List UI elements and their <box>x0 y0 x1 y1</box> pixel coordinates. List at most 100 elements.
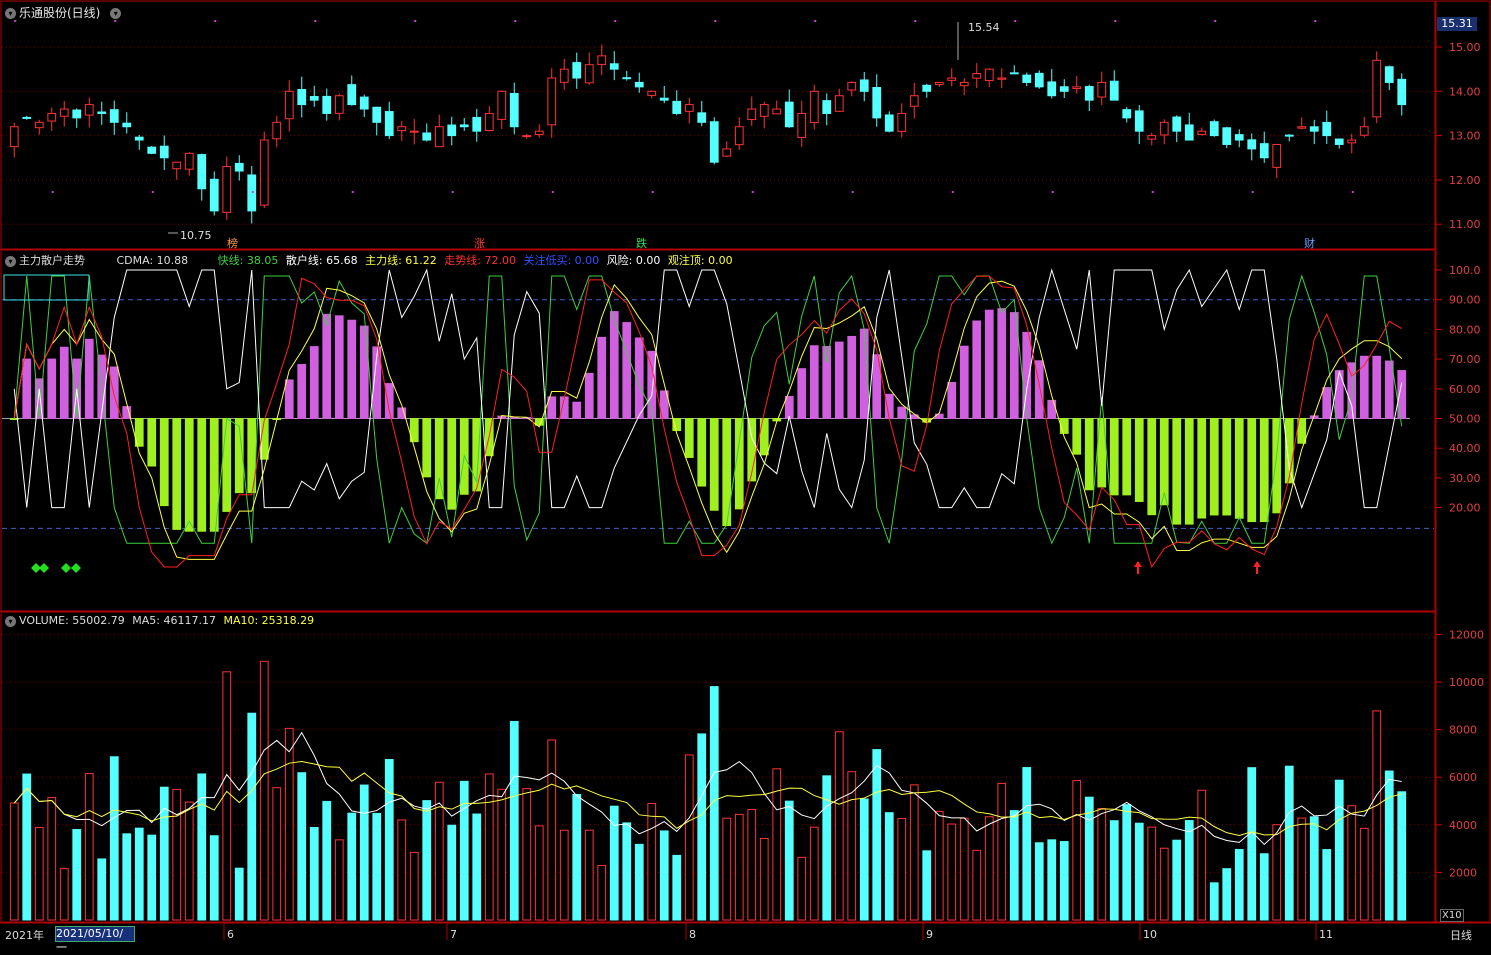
marker-up-icon[interactable]: 涨 <box>474 235 485 251</box>
candle-body <box>1109 80 1119 101</box>
signal-dot <box>1051 191 1054 193</box>
candle-body <box>184 152 194 170</box>
indicator-histogram-bar <box>309 346 319 419</box>
candle-body <box>9 126 19 148</box>
candle-body <box>34 121 44 129</box>
signal-dot <box>1151 191 1154 193</box>
month-label: 6 <box>227 928 234 941</box>
volume-bar <box>472 813 482 921</box>
volume-bar <box>1397 791 1407 921</box>
candle-body <box>972 73 982 79</box>
candle-body <box>847 81 857 91</box>
indicator-tick-label: 40.00 <box>1449 442 1481 455</box>
indicator-histogram-bar <box>1234 418 1244 519</box>
indicator-tick-label: 30.00 <box>1449 472 1481 485</box>
indicator-histogram-bar <box>1072 418 1082 455</box>
candle-body <box>47 112 57 122</box>
scale-label: X10 <box>1440 909 1464 922</box>
candle-body <box>172 161 182 170</box>
dropdown-circle-icon[interactable]: ▾ <box>110 8 122 19</box>
buy-arrow-head <box>1134 561 1142 567</box>
indicator-menu-icon[interactable]: ▾ <box>5 255 16 267</box>
volume-bar <box>372 812 382 921</box>
candle-body <box>522 135 532 138</box>
period-label[interactable]: 日线 <box>1450 927 1472 943</box>
candle-body <box>1147 135 1157 140</box>
volume-bar <box>109 756 119 921</box>
chart-title: ▾ 乐通股份(日线) ▾ <box>5 4 124 21</box>
stock-chart-canvas[interactable]: 15.00 14.00 13.00 12.00 11.00 100.0 90.00 80.00… <box>0 0 1491 944</box>
volume-bar <box>947 823 957 921</box>
candle-body <box>1309 126 1319 132</box>
buy-diamond-icon <box>71 563 81 573</box>
candle-body <box>159 145 169 159</box>
candle-body <box>797 112 807 138</box>
volume-bar <box>722 817 732 921</box>
indicator-histogram-bar <box>1322 387 1332 419</box>
indicator-histogram-bar <box>1172 418 1182 525</box>
candle-body <box>222 166 232 213</box>
candle-body <box>472 116 482 132</box>
volume-menu-icon[interactable]: ▾ <box>5 615 16 627</box>
candle-body <box>259 139 269 206</box>
candle-body <box>1397 78 1407 106</box>
volume-bar <box>522 788 532 921</box>
marker-down-icon[interactable]: 跌 <box>636 235 647 251</box>
volume-bar <box>634 843 644 921</box>
indicator-histogram-bar <box>709 418 719 511</box>
volume-bar <box>1234 848 1244 921</box>
indicator-histogram-bar <box>172 418 182 530</box>
volume-bar <box>1159 847 1169 921</box>
volume-bar <box>922 850 932 921</box>
volume-bar <box>447 824 457 921</box>
volume-bar <box>34 826 44 921</box>
price-tick-label: 11.00 <box>1449 218 1481 231</box>
volume-bar <box>247 712 257 921</box>
volume-bar <box>9 802 19 921</box>
volume-bar <box>47 797 57 921</box>
candle-body <box>1034 72 1044 88</box>
candle-body <box>1272 143 1282 168</box>
candle-body <box>1059 86 1069 92</box>
indicator-histogram-bar <box>147 418 157 467</box>
volume-bar <box>1272 824 1282 921</box>
volume-bar <box>1297 817 1307 921</box>
volume-bar <box>1134 822 1144 921</box>
indicator-histogram-bar <box>47 358 57 420</box>
candle-body <box>134 136 144 141</box>
volume-bar <box>197 773 207 921</box>
candle-body <box>1259 143 1269 159</box>
marker-list-icon[interactable]: 榜 <box>227 235 238 251</box>
candle-body <box>1097 81 1107 98</box>
signal-dot <box>751 191 754 193</box>
candle-body <box>1197 130 1207 135</box>
buy-diamond-icon <box>39 563 49 573</box>
candle-body <box>1009 72 1019 75</box>
volume-bar <box>1309 816 1319 921</box>
candle-body <box>584 64 594 84</box>
volume-bar <box>1084 796 1094 921</box>
volume-bar <box>1172 839 1182 921</box>
volume-bar <box>584 829 594 921</box>
indicator-histogram-bar <box>697 418 707 487</box>
volume-tick-label: 12000 <box>1449 628 1484 641</box>
month-label: 8 <box>689 928 696 941</box>
marker-finance-icon[interactable]: 财 <box>1304 235 1315 251</box>
candle-body <box>397 126 407 132</box>
candle-body <box>984 68 994 82</box>
volume-bar <box>1284 765 1294 921</box>
volume-bar <box>822 775 832 921</box>
volume-tick-label: 6000 <box>1449 771 1477 784</box>
menu-circle-icon[interactable]: ▾ <box>5 8 16 19</box>
volume-bar <box>97 858 107 921</box>
candle-body <box>672 100 682 114</box>
volume-bar <box>1147 826 1157 921</box>
signal-dot <box>1214 20 1217 22</box>
candle-body <box>597 55 607 65</box>
cursor-date-box: 2021/05/10/一 <box>55 926 135 954</box>
volume-bar <box>1059 841 1069 921</box>
indicator-tick-label: 50.00 <box>1449 413 1481 426</box>
price-tick-label: 15.00 <box>1449 41 1481 54</box>
candle-body <box>384 111 394 137</box>
volume-bar <box>884 812 894 921</box>
